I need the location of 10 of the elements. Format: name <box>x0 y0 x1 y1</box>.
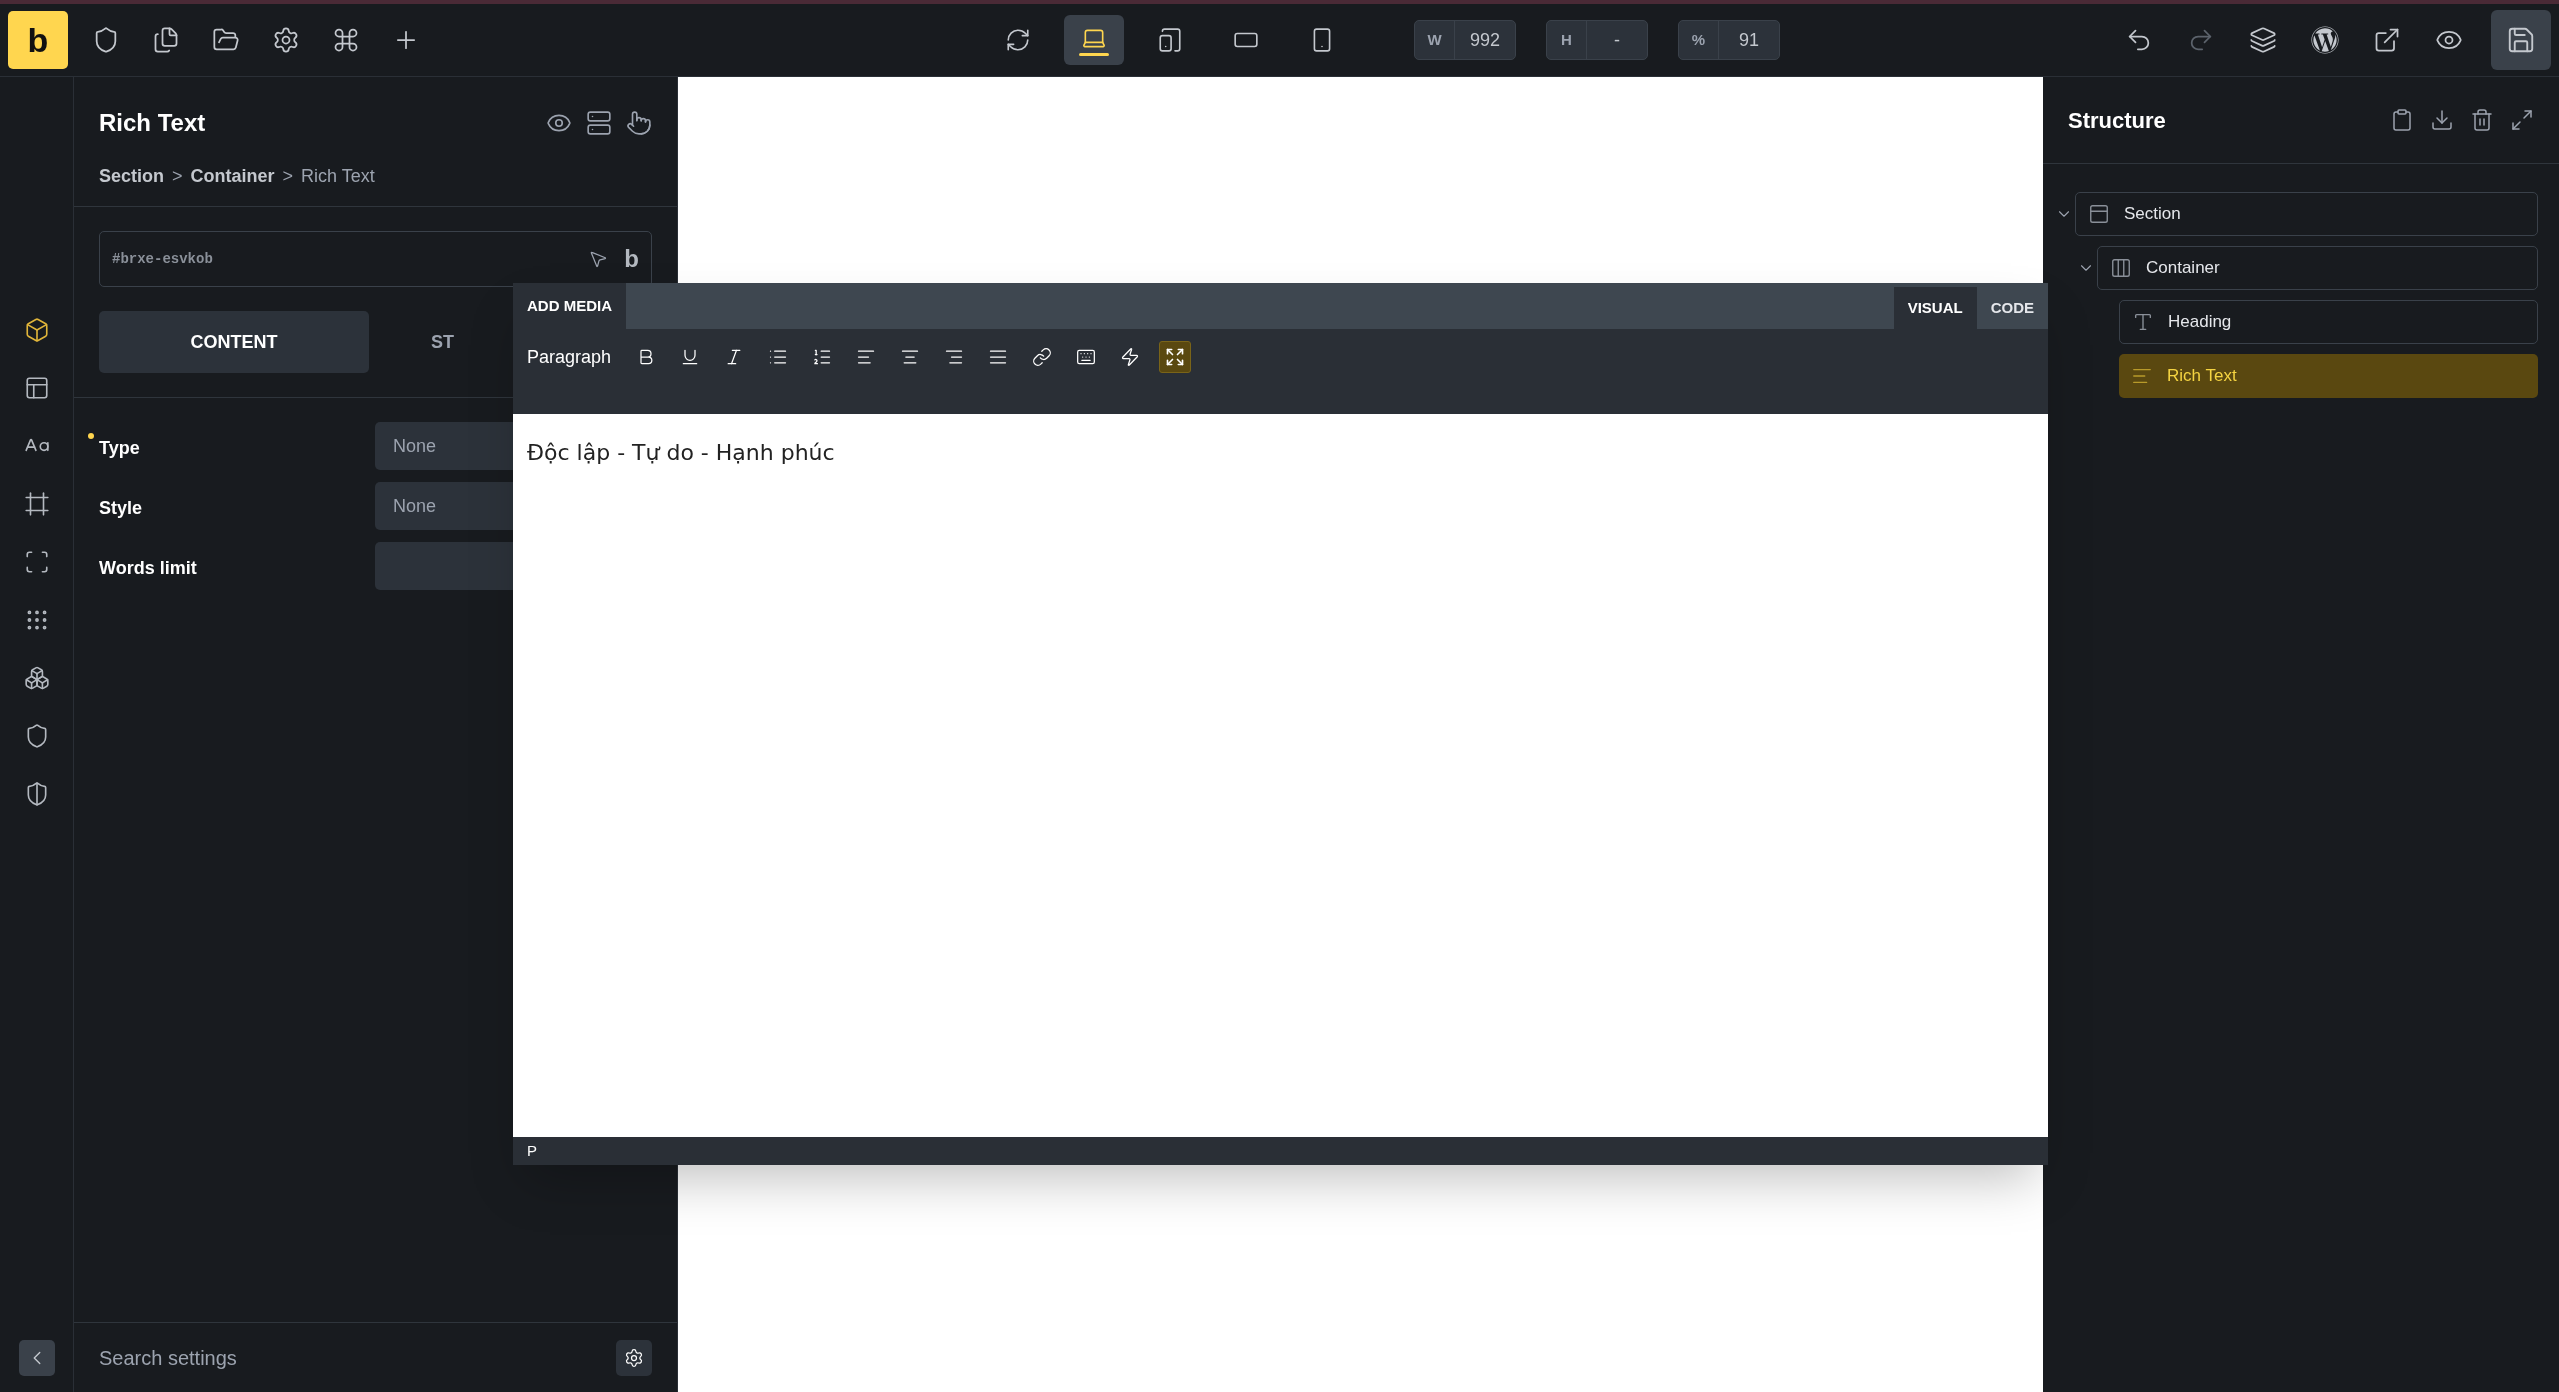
editor-text: Độc lập - Tự do - Hạnh phúc <box>527 439 836 467</box>
panel-title: Rich Text <box>99 108 207 138</box>
panel-title: Structure <box>2068 106 2167 135</box>
element-path: P <box>527 1140 537 1161</box>
breadcrumb-separator: > <box>172 165 183 188</box>
field-label: Words limit <box>98 556 197 580</box>
breadcrumb-separator: > <box>282 165 294 188</box>
field-label: Type <box>87 430 140 462</box>
brand-mark: b <box>624 244 639 274</box>
field-label: Style <box>98 496 143 520</box>
